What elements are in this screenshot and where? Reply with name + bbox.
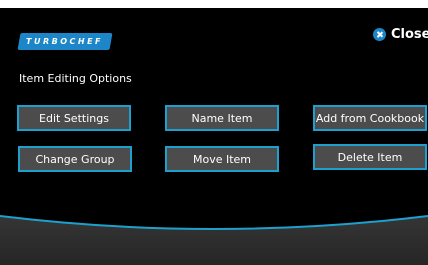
move-item-button[interactable]: Move Item [165,146,279,172]
delete-item-label: Delete Item [337,150,403,164]
footer-fill [0,216,428,265]
change-group-label: Change Group [35,152,115,166]
add-from-cookbook-label: Add from Cookbook [315,111,425,125]
add-from-cookbook-button[interactable]: Add from Cookbook [313,105,427,131]
move-item-label: Move Item [192,152,252,166]
change-group-button[interactable]: Change Group [18,146,132,172]
top-bar [0,0,428,8]
delete-item-button[interactable]: Delete Item [313,144,427,170]
close-button[interactable]: Close [373,26,428,42]
edit-settings-button[interactable]: Edit Settings [17,105,131,131]
name-item-label: Name Item [191,111,253,125]
turbochef-logo: TURBOCHEF [17,33,113,50]
footer-accent-line [0,215,428,230]
page-title: Item Editing Options [19,72,132,85]
edit-settings-label: Edit Settings [39,111,109,125]
item-editing-screen: TURBOCHEF Close Item Editing Options Edi… [0,0,428,265]
name-item-button[interactable]: Name Item [165,105,279,131]
close-label: Close [391,26,428,42]
close-icon [373,27,386,41]
logo-text: TURBOCHEF [26,37,104,46]
